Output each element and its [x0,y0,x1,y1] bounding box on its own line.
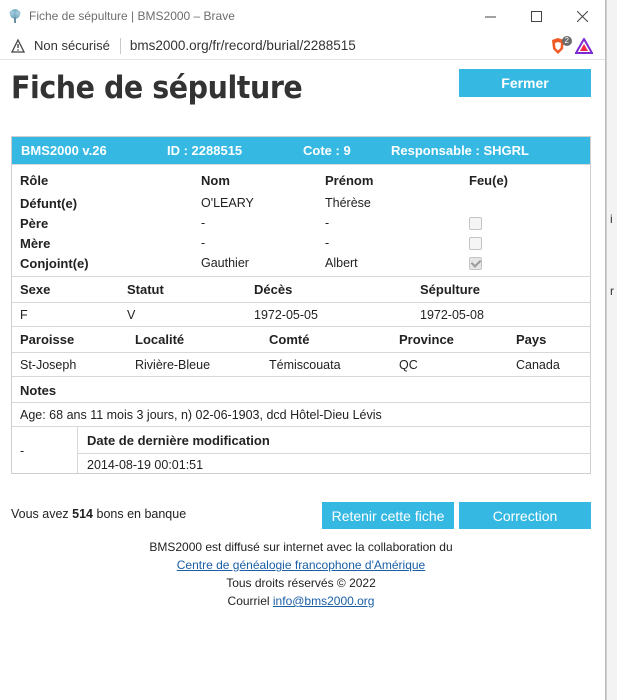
nom-value: - [201,236,206,250]
title-bar: Fiche de sépulture | BMS2000 – Brave [0,0,605,32]
minimize-icon [484,16,496,17]
table-row: Défunt(e) O'LEARY Thérèse [12,194,590,214]
row-divider [78,453,590,454]
address-separator [119,37,121,54]
nom-value: Gauthier [201,256,249,270]
close-button[interactable]: Fermer [459,69,591,97]
prenom-value: - [325,236,330,250]
col-feu: Feu(e) [469,173,508,188]
role-label: Père [20,216,49,231]
footer-rights: Tous droits réservés © 2022 [226,576,376,590]
table-row: Père - - [12,214,590,234]
prenom-value: Thérèse [325,196,371,210]
col-comte: Comté [269,332,310,347]
prenom-value: Albert [325,256,358,270]
feu-checkbox[interactable] [469,237,482,250]
nom-value: O'LEARY [201,196,254,210]
background-window-edge: i r [606,0,617,700]
warning-icon [11,38,25,53]
shield-count-badge: 2 [561,36,572,46]
app-tree-icon [9,9,21,23]
record-header: BMS2000 v.26 ID : 2288515 Cote : 9 Respo… [12,137,590,164]
vital-row: F V 1972-05-05 1972-05-08 [12,302,590,326]
bank-prefix: Vous avez [11,507,73,521]
bank-balance: Vous avez 514 bons en banque [11,507,186,521]
col-province: Province [399,332,454,347]
vital-header-row: Sexe Statut Décès Sépulture [12,276,590,302]
maximize-button[interactable] [513,0,559,32]
keep-record-button[interactable]: Retenir cette fiche [322,502,454,529]
record-id: ID : 2288515 [167,143,243,158]
address-bar: Non sécurisé bms2000.org/fr/record/buria… [0,32,605,60]
browser-window: Fiche de sépulture | BMS2000 – Brave Non… [0,0,606,700]
correction-button[interactable]: Correction [459,502,591,529]
sexe-value: F [20,308,28,322]
brave-rewards-icon[interactable] [575,38,593,54]
modification-left: - [20,444,25,458]
page-title: Fiche de sépulture [11,70,303,106]
close-window-button[interactable] [559,0,605,32]
table-row: Conjoint(e) Gauthier Albert [12,254,590,274]
url-field[interactable]: bms2000.org/fr/record/burial/2288515 [130,38,356,53]
window-title: Fiche de sépulture | BMS2000 – Brave [29,9,235,23]
col-statut: Statut [127,282,164,297]
col-sexe: Sexe [20,282,51,297]
col-role: Rôle [20,173,49,188]
nom-value: - [201,216,206,230]
deces-value: 1972-05-05 [254,308,318,322]
table-row: Mère - - [12,234,590,254]
notes-header-row: Notes [12,376,590,402]
notes-header: Notes [20,383,57,398]
col-pays: Pays [516,332,547,347]
record-cote: Cote : 9 [303,143,351,158]
prenom-value: - [325,216,330,230]
col-sepulture: Sépulture [420,282,480,297]
bank-count: 514 [72,507,94,521]
close-icon [576,10,588,22]
role-label: Défunt(e) [20,196,78,211]
comte-value: Témiscouata [269,358,341,372]
persons-list: Défunt(e) O'LEARY Thérèse Père - - Mère … [12,192,590,276]
statut-value: V [127,308,136,322]
modification-date: 2014-08-19 00:01:51 [87,458,204,472]
province-value: QC [399,358,418,372]
notes-text: Age: 68 ans 11 mois 3 jours, n) 02-06-19… [20,408,382,422]
record-responsable: Responsable : SHGRL [391,143,529,158]
partner-link[interactable]: Centre de généalogie francophone d'Améri… [177,558,425,572]
notes-row: Age: 68 ans 11 mois 3 jours, n) 02-06-19… [12,402,590,426]
minimize-button[interactable] [467,0,513,32]
sepulture-value: 1972-05-08 [420,308,484,322]
column-divider [77,427,78,473]
security-status[interactable]: Non sécurisé [34,38,110,53]
email-link[interactable]: info@bms2000.org [273,594,375,608]
role-label: Mère [20,236,51,251]
pays-value: Canada [516,358,560,372]
maximize-icon [530,10,542,22]
col-nom: Nom [201,173,230,188]
place-row: St-Joseph Rivière-Bleue Témiscouata QC C… [12,352,590,376]
email-label: Courriel [227,594,273,608]
modification-section: - Date de dernière modification 2014-08-… [12,426,590,473]
paroisse-value: St-Joseph [20,358,77,372]
feu-checkbox[interactable] [469,217,482,230]
col-deces: Décès [254,282,293,297]
version-label: BMS2000 v.26 [21,143,107,158]
persons-header-row: Rôle Nom Prénom Feu(e) [12,164,590,192]
record-card: BMS2000 v.26 ID : 2288515 Cote : 9 Respo… [11,136,591,474]
localite-value: Rivière-Bleue [135,358,211,372]
place-header-row: Paroisse Localité Comté Province Pays [12,326,590,352]
bank-suffix: bons en banque [93,507,187,521]
col-prenom: Prénom [325,173,374,188]
feu-checkbox-checked[interactable] [469,257,482,270]
footer-partner: Centre de généalogie francophone d'Améri… [11,558,591,572]
footer-line1: BMS2000 est diffusé sur internet avec la… [149,540,453,554]
footer-email: Courriel info@bms2000.org [11,594,591,608]
role-label: Conjoint(e) [20,256,89,271]
col-localite: Localité [135,332,185,347]
col-paroisse: Paroisse [20,332,75,347]
modification-header: Date de dernière modification [87,433,270,448]
